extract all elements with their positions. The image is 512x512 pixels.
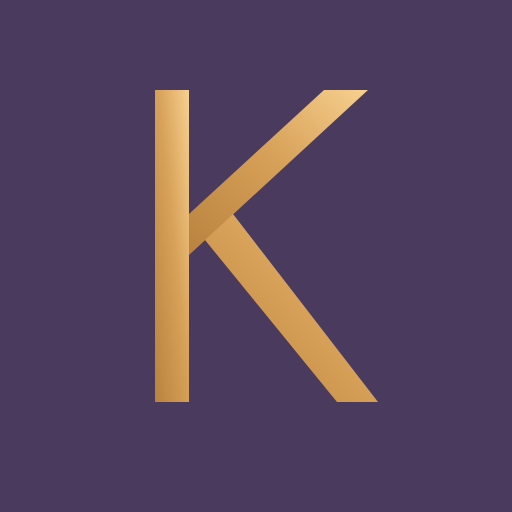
app-icon: K <box>0 0 512 512</box>
k-lower-leg <box>205 214 378 402</box>
k-stem <box>155 90 189 402</box>
k-logo-mark <box>155 90 378 402</box>
